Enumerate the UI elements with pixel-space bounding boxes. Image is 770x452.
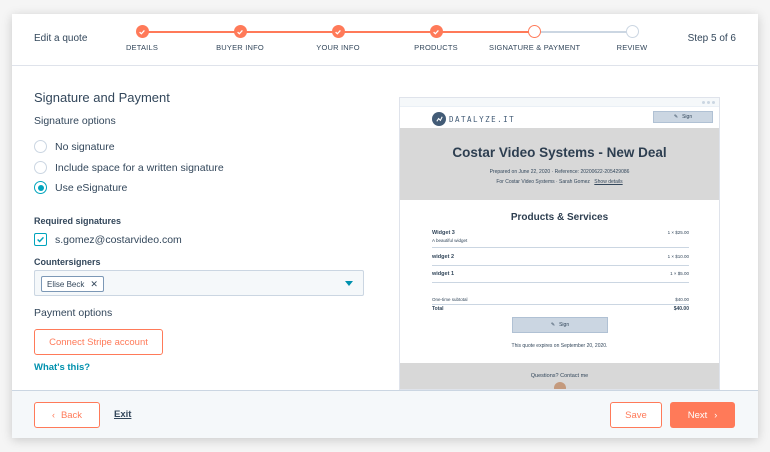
preview-contact: Questions? Contact me — [400, 363, 719, 389]
radio-button[interactable] — [34, 161, 47, 174]
back-button[interactable]: ‹ Back — [34, 402, 100, 428]
exit-link[interactable]: Exit — [114, 409, 131, 420]
radio-written-signature[interactable]: Include space for a written signature — [34, 161, 224, 174]
brand-name: DATALYZE.IT — [449, 115, 516, 124]
preview-sign-button: ✎ Sign — [653, 111, 713, 123]
check-icon — [429, 25, 443, 38]
divider — [432, 304, 689, 305]
item-price: 1 × $25.00 — [667, 230, 689, 235]
step-signature-payment[interactable]: SIGNATURE & PAYMENT — [489, 25, 581, 52]
step-label: DETAILS — [125, 43, 159, 52]
avatar — [553, 382, 566, 389]
radio-no-signature[interactable]: No signature — [34, 140, 115, 153]
countersigners-label: Countersigners — [34, 257, 101, 267]
page-heading: Edit a quote — [34, 33, 88, 44]
radio-label: Include space for a written signature — [55, 161, 224, 174]
checkbox-checked[interactable] — [34, 233, 47, 246]
preview-brand-row: DATALYZE.IT ✎ Sign — [400, 108, 719, 128]
signer-email: s.gomez@costarvideo.com — [55, 233, 182, 246]
pending-step-dot — [625, 25, 639, 38]
item-price: 1 × $10.00 — [667, 254, 689, 259]
check-icon — [331, 25, 345, 38]
next-button[interactable]: Next › — [670, 402, 735, 428]
signature-options-heading: Signature options — [34, 115, 116, 127]
preview-sign-button-main: ✎ Sign — [512, 317, 608, 333]
chevron-left-icon: ‹ — [51, 410, 55, 420]
chip-label: Elise Beck — [47, 279, 85, 289]
quote-prepared: Prepared on June 22, 2020 · Reference: 2… — [489, 169, 630, 175]
step-buyer-info[interactable]: BUYER INFO — [195, 25, 285, 52]
back-label: Back — [60, 409, 83, 421]
item-name: widget 1 — [432, 271, 455, 277]
radio-label: No signature — [55, 140, 115, 153]
radio-esignature[interactable]: Use eSignature — [34, 181, 127, 194]
step-label: BUYER INFO — [216, 43, 264, 52]
step-details[interactable]: DETAILS — [97, 25, 187, 52]
quote-preview: DATALYZE.IT ✎ Sign Costar Video Systems … — [399, 97, 720, 390]
subtotal-label: One-time subtotal — [432, 297, 468, 302]
radio-label: Use eSignature — [55, 181, 128, 194]
item-name: widget 2 — [432, 254, 455, 260]
item-desc: A beautiful widget — [432, 238, 468, 243]
subtotal-row: One-time subtotal $40.00 — [432, 297, 689, 302]
step-label: YOUR INFO — [316, 43, 360, 52]
check-icon — [37, 236, 44, 243]
whats-this-link[interactable]: What's this? — [34, 362, 90, 373]
payment-options-heading: Payment options — [34, 307, 113, 319]
header: Edit a quote DETAILS BUYER INFO YOUR INF… — [12, 14, 758, 66]
step-label: SIGNATURE & PAYMENT — [489, 43, 581, 52]
expiry-text: This quote expires on September 20, 2020… — [511, 343, 608, 349]
line-item: widget 1 1 × $5.00 — [432, 271, 689, 277]
line-item: widget 2 1 × $10.00 — [432, 254, 689, 260]
chevron-down-icon[interactable] — [345, 281, 353, 286]
countersigner-chip[interactable]: Elise Beck ✕ — [41, 276, 104, 292]
next-label: Next — [687, 409, 708, 421]
products-services-heading: Products & Services — [510, 212, 609, 223]
connect-stripe-button[interactable]: Connect Stripe account — [34, 329, 163, 355]
show-details-link: Show details — [594, 179, 623, 185]
quote-title: Costar Video Systems - New Deal — [452, 145, 667, 160]
step-products[interactable]: PRODUCTS — [391, 25, 481, 52]
check-icon — [233, 25, 247, 38]
step-your-info[interactable]: YOUR INFO — [293, 25, 383, 52]
pen-icon: ✎ — [550, 322, 556, 328]
item-price: 1 × $5.00 — [670, 271, 689, 276]
footer-bar: ‹ Back Exit Save Next › — [12, 390, 758, 438]
divider — [432, 247, 689, 248]
sign-label: Sign — [559, 322, 570, 328]
step-review[interactable]: REVIEW — [587, 25, 677, 52]
for-text: For Costar Video Systems · Sarah Gomez — [496, 179, 590, 185]
countersigners-select[interactable]: Elise Beck ✕ — [34, 270, 364, 296]
divider — [432, 282, 689, 283]
sign-label: Sign — [682, 114, 693, 120]
line-item: Widget 3 A beautiful widget 1 × $25.00 — [432, 230, 689, 243]
preview-toolbar — [400, 98, 719, 107]
step-counter: Step 5 of 6 — [687, 33, 736, 44]
item-name: Widget 3 — [432, 230, 455, 236]
divider — [432, 265, 689, 266]
current-step-dot — [527, 25, 541, 38]
step-label: PRODUCTS — [414, 43, 458, 52]
required-signer-row[interactable]: s.gomez@costarvideo.com — [34, 233, 182, 246]
radio-button-selected[interactable] — [34, 181, 47, 194]
save-button[interactable]: Save — [610, 402, 662, 428]
total-row: Total $40.00 — [432, 306, 689, 312]
subtotal-value: $40.00 — [675, 297, 689, 302]
section-title: Signature and Payment — [34, 90, 170, 105]
preview-hero: Costar Video Systems - New Deal Prepared… — [400, 128, 719, 200]
chevron-right-icon: › — [714, 410, 718, 420]
check-icon — [135, 25, 149, 38]
quote-editor-window: Edit a quote DETAILS BUYER INFO YOUR INF… — [12, 14, 758, 438]
questions-text: Questions? Contact me — [530, 373, 589, 379]
step-label: REVIEW — [616, 43, 648, 52]
pen-icon: ✎ — [673, 114, 679, 120]
total-value: $40.00 — [673, 306, 689, 312]
total-label: Total — [432, 306, 444, 312]
close-icon[interactable]: ✕ — [90, 279, 98, 290]
quote-for-line: For Costar Video Systems · Sarah Gomez S… — [400, 179, 719, 185]
radio-button[interactable] — [34, 140, 47, 153]
logo-icon — [432, 112, 446, 126]
required-signatures-label: Required signatures — [34, 216, 122, 226]
